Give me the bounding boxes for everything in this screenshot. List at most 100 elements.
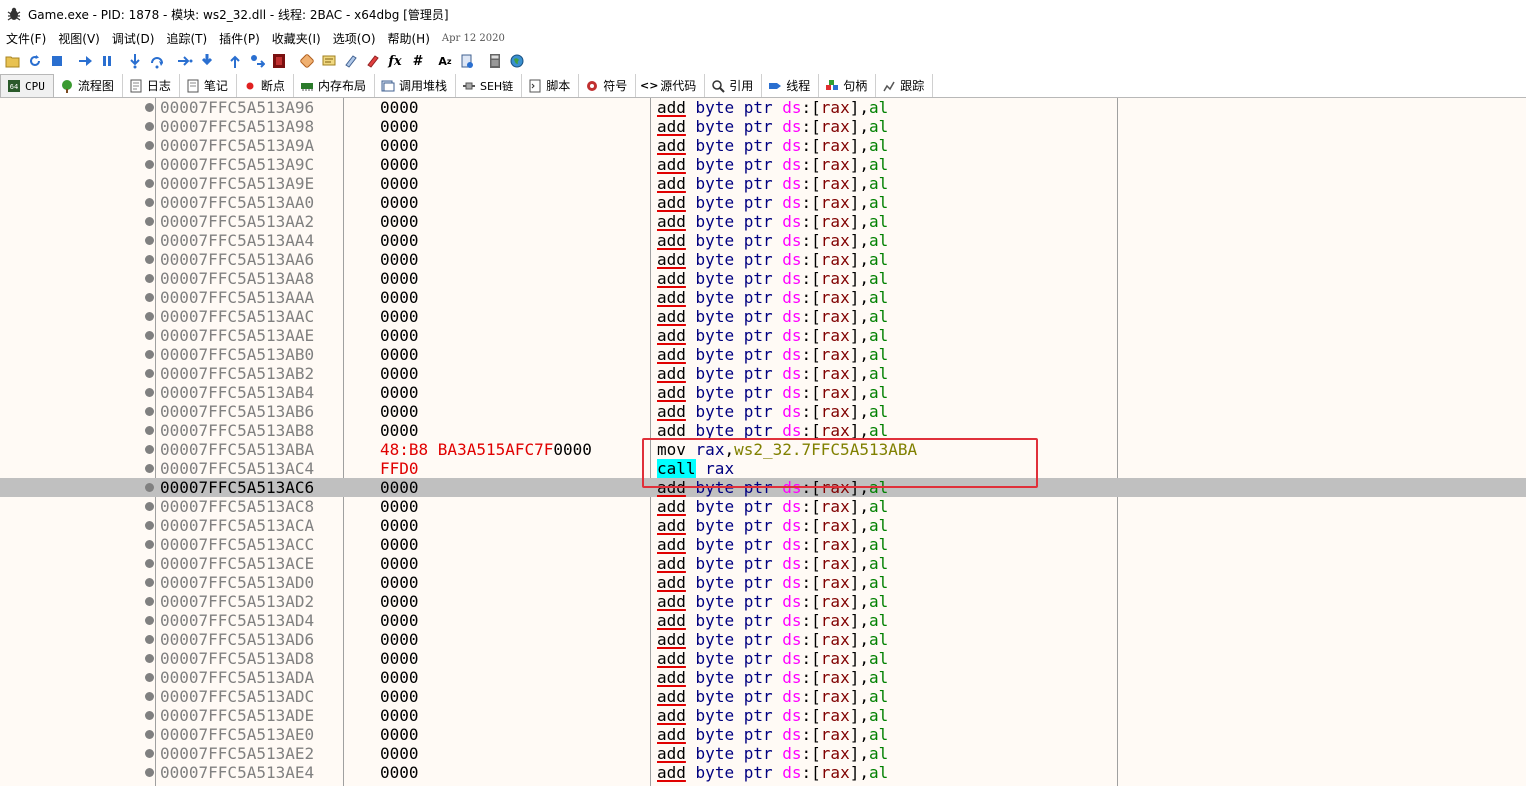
breakpoint-marker-icon[interactable] [145,616,154,625]
disasm-row[interactable]: 00007FFC5A513AE0 0000 add byte ptr ds:[rax… [0,725,1526,744]
disasm-row[interactable]: 00007FFC5A513ADA 0000 add byte ptr ds:[rax… [0,668,1526,687]
disasm-row[interactable]: 00007FFC5A513AE2 0000 add byte ptr ds:[rax… [0,744,1526,763]
calculator-icon[interactable] [484,51,506,71]
menu-plugins[interactable]: 插件(P) [213,30,266,47]
menu-favourites[interactable]: 收藏夹(I) [266,30,327,47]
disasm-row[interactable]: 00007FFC5A513A96 0000 add byte ptr ds:[rax… [0,98,1526,117]
breakpoint-marker-icon[interactable] [145,749,154,758]
disasm-row[interactable]: 00007FFC5A513AAA 0000 add byte ptr ds:[rax… [0,288,1526,307]
disasm-row[interactable]: 00007FFC5A513AB4 0000 add byte ptr ds:[rax… [0,383,1526,402]
disasm-row[interactable]: 00007FFC5A513ACE 0000 add byte ptr ds:[rax… [0,554,1526,573]
restart-icon[interactable] [24,51,46,71]
comments-icon[interactable] [318,51,340,71]
disasm-row[interactable]: 00007FFC5A513ADC 0000 add byte ptr ds:[rax… [0,687,1526,706]
menu-file[interactable]: 文件(F) [0,30,52,47]
breakpoint-marker-icon[interactable] [145,464,154,473]
disassembly-view[interactable]: 00007FFC5A513A96 0000 add byte ptr ds:[rax… [0,98,1526,786]
disasm-row[interactable]: 00007FFC5A513AA8 0000 add byte ptr ds:[rax… [0,269,1526,288]
breakpoint-marker-icon[interactable] [145,559,154,568]
tab-trace[interactable]: 跟踪 [876,74,934,97]
disasm-row[interactable]: 00007FFC5A513AB2 0000 add byte ptr ds:[rax… [0,364,1526,383]
breakpoint-marker-icon[interactable] [145,673,154,682]
breakpoint-marker-icon[interactable] [145,502,154,511]
breakpoint-marker-icon[interactable] [145,160,154,169]
disasm-row[interactable]: 00007FFC5A513AA6 0000 add byte ptr ds:[rax… [0,250,1526,269]
disasm-row[interactable]: 00007FFC5A513AA0 0000 add byte ptr ds:[rax… [0,193,1526,212]
pause-icon[interactable] [96,51,118,71]
disasm-row[interactable]: 00007FFC5A513ADE 0000 add byte ptr ds:[rax… [0,706,1526,725]
breakpoint-marker-icon[interactable] [145,122,154,131]
tab-call-stack[interactable]: 调用堆栈 [374,74,456,97]
tab-breakpoints[interactable]: 断点 [236,74,294,97]
globe-icon[interactable] [506,51,528,71]
disasm-row[interactable]: 00007FFC5A513AA2 0000 add byte ptr ds:[rax… [0,212,1526,231]
disasm-row[interactable]: 00007FFC5A513AD2 0000 add byte ptr ds:[rax… [0,592,1526,611]
disasm-row[interactable]: 00007FFC5A513ACC 0000 add byte ptr ds:[rax… [0,535,1526,554]
disasm-row[interactable]: 00007FFC5A513A98 0000 add byte ptr ds:[rax… [0,117,1526,136]
disasm-row[interactable]: 00007FFC5A513AB0 0000 add byte ptr ds:[rax… [0,345,1526,364]
labels-icon[interactable] [340,51,362,71]
breakpoint-marker-icon[interactable] [145,711,154,720]
disasm-row[interactable]: 00007FFC5A513AAC 0000 add byte ptr ds:[rax… [0,307,1526,326]
breakpoint-marker-icon[interactable] [145,692,154,701]
menu-help[interactable]: 帮助(H) [382,30,436,47]
breakpoint-marker-icon[interactable] [145,350,154,359]
bookmarks-icon[interactable] [362,51,384,71]
scylla-icon[interactable] [268,51,290,71]
breakpoint-marker-icon[interactable] [145,654,154,663]
disasm-row[interactable]: 00007FFC5A513AD6 0000 add byte ptr ds:[rax… [0,630,1526,649]
help-icon[interactable] [456,51,478,71]
breakpoint-marker-icon[interactable] [145,255,154,264]
tab-references[interactable]: 引用 [705,74,763,97]
disasm-row[interactable]: 00007FFC5A513A9C 0000 add byte ptr ds:[rax… [0,155,1526,174]
breakpoint-marker-icon[interactable] [145,293,154,302]
trace-into-icon[interactable] [174,51,196,71]
breakpoint-marker-icon[interactable] [145,217,154,226]
breakpoint-marker-icon[interactable] [145,426,154,435]
tab-script[interactable]: 脚本 [522,74,580,97]
hash-icon[interactable]: # [406,51,428,71]
disasm-row[interactable]: 00007FFC5A513ACA 0000 add byte ptr ds:[rax… [0,516,1526,535]
disasm-row[interactable]: 00007FFC5A513AB6 0000 add byte ptr ds:[rax… [0,402,1526,421]
breakpoint-marker-icon[interactable] [145,483,154,492]
tab-source[interactable]: <> 源代码 [636,74,706,97]
menu-debug[interactable]: 调试(D) [106,30,161,47]
tab-log[interactable]: 日志 [122,74,180,97]
functions-icon[interactable]: fx [384,51,406,71]
breakpoint-marker-icon[interactable] [145,274,154,283]
disasm-row[interactable]: 00007FFC5A513AC8 0000 add byte ptr ds:[rax… [0,497,1526,516]
tab-handles[interactable]: 句柄 [819,74,877,97]
breakpoint-marker-icon[interactable] [145,236,154,245]
disasm-row[interactable]: 00007FFC5A513A9A 0000 add byte ptr ds:[rax… [0,136,1526,155]
tab-seh-chain[interactable]: SEH链 [455,74,523,97]
run-icon[interactable] [74,51,96,71]
breakpoint-marker-icon[interactable] [145,407,154,416]
menu-trace[interactable]: 追踪(T) [160,30,213,47]
disasm-row[interactable]: 00007FFC5A513AAE 0000 add byte ptr ds:[rax… [0,326,1526,345]
disasm-row[interactable]: 00007FFC5A513AD4 0000 add byte ptr ds:[rax… [0,611,1526,630]
tab-memory-map[interactable]: 内存布局 [293,74,375,97]
open-icon[interactable] [2,51,24,71]
breakpoint-marker-icon[interactable] [145,540,154,549]
breakpoint-marker-icon[interactable] [145,312,154,321]
breakpoint-marker-icon[interactable] [145,103,154,112]
disasm-row[interactable]: 00007FFC5A513AA4 0000 add byte ptr ds:[rax… [0,231,1526,250]
tab-symbols[interactable]: 符号 [579,74,637,97]
breakpoint-marker-icon[interactable] [145,768,154,777]
breakpoint-marker-icon[interactable] [145,635,154,644]
menu-options[interactable]: 选项(O) [327,30,382,47]
breakpoint-marker-icon[interactable] [145,141,154,150]
patches-icon[interactable] [296,51,318,71]
strings-icon[interactable]: Az [434,51,456,71]
breakpoint-marker-icon[interactable] [145,445,154,454]
execute-till-return-icon[interactable] [224,51,246,71]
step-into-icon[interactable] [124,51,146,71]
disasm-row[interactable]: 00007FFC5A513AD8 0000 add byte ptr ds:[rax… [0,649,1526,668]
stop-icon[interactable] [46,51,68,71]
breakpoint-marker-icon[interactable] [145,388,154,397]
tab-notes[interactable]: 笔记 [179,74,237,97]
tab-threads[interactable]: 线程 [762,74,820,97]
run-to-user-code-icon[interactable] [246,51,268,71]
breakpoint-marker-icon[interactable] [145,198,154,207]
disasm-row[interactable]: 00007FFC5A513AD0 0000 add byte ptr ds:[rax… [0,573,1526,592]
